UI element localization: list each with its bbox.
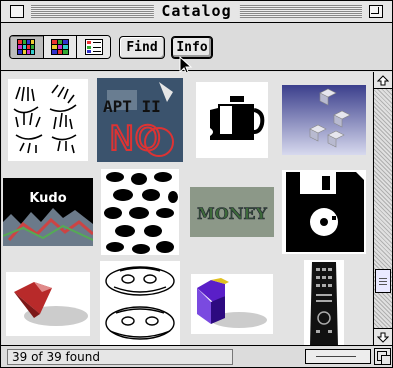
small-grid-view-icon (51, 39, 69, 55)
kudo-banner-image: Kudo (3, 178, 93, 246)
view-small-thumbnails-button[interactable] (43, 36, 78, 58)
thumbnail-floating-cubes[interactable] (278, 74, 370, 166)
money-texture-image: MONEY (190, 187, 274, 237)
thumbnail-leaf-silhouettes[interactable] (94, 166, 186, 258)
thumbnail-purple-3d-shape[interactable] (186, 258, 278, 345)
apt-11-collage-image: APT II NO (97, 78, 183, 162)
thumbnail-hands-drawing[interactable] (2, 74, 94, 166)
window-title: Catalog (153, 2, 240, 21)
grid-view-icon (17, 39, 36, 55)
arrow-down-icon (377, 332, 389, 343)
view-mode-selector (9, 35, 111, 59)
vertical-scrollbar[interactable] (373, 72, 392, 345)
list-view-icon (84, 39, 103, 55)
money-text: MONEY (197, 204, 267, 223)
view-list-button[interactable] (77, 36, 110, 58)
svg-text:APT II: APT II (103, 97, 161, 116)
found-count-text: 39 of 39 found (7, 349, 233, 365)
view-large-thumbnails-button[interactable] (10, 36, 44, 58)
thumbnail-red-shape[interactable] (2, 258, 94, 345)
mug-image (196, 82, 268, 158)
scroll-thumb[interactable] (375, 269, 391, 293)
remote-control-image (304, 260, 344, 345)
leaf-silhouettes-image (101, 169, 179, 255)
svg-text:NO: NO (109, 119, 161, 159)
horizontal-slider[interactable] (305, 349, 371, 364)
status-bar: 39 of 39 found (1, 345, 392, 367)
thumbnail-mug[interactable] (186, 74, 278, 166)
catalog-window: Catalog Find Info APT II NO Kudo MONEY 3… (0, 0, 393, 368)
find-button[interactable]: Find (119, 36, 165, 59)
toolbar: Find Info (1, 23, 392, 71)
kudo-text: Kudo (29, 191, 66, 206)
thumbnail-floppy-disk[interactable] (278, 166, 370, 258)
hands-drawing-image (8, 79, 88, 161)
zoom-box[interactable] (369, 5, 383, 18)
thumbnail-remote-control[interactable] (278, 258, 370, 345)
floppy-disk-image (282, 170, 366, 254)
thumbnail-apt-11-collage[interactable]: APT II NO (94, 74, 186, 166)
thumbnail-kudo-banner[interactable]: Kudo (2, 166, 94, 258)
thumbnail-skull-sketches[interactable] (94, 258, 186, 345)
title-bar[interactable]: Catalog (1, 1, 392, 23)
arrow-up-icon (377, 74, 389, 85)
scroll-up-button[interactable] (374, 72, 392, 89)
skull-sketches-image (100, 261, 180, 345)
red-shape-image (6, 272, 90, 336)
thumbnail-grid: APT II NO Kudo MONEY (2, 72, 372, 345)
close-box[interactable] (10, 5, 24, 18)
resize-box[interactable] (374, 348, 391, 365)
scroll-down-button[interactable] (374, 328, 392, 345)
thumbnail-money-texture[interactable]: MONEY (186, 166, 278, 258)
floating-cubes-image (282, 85, 366, 155)
purple-3d-shape-image (191, 274, 273, 334)
